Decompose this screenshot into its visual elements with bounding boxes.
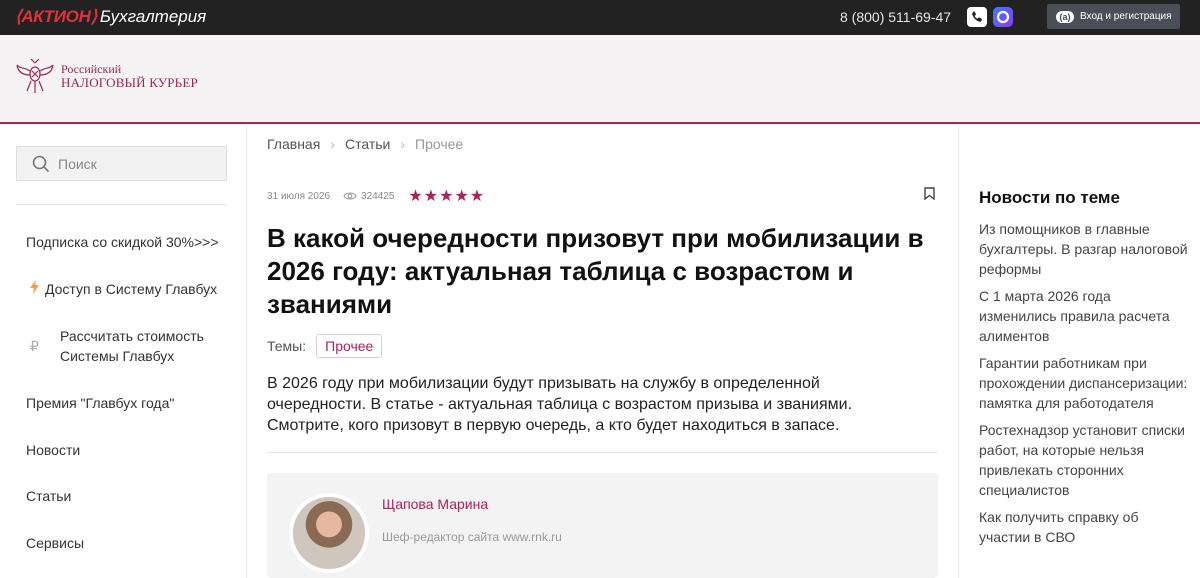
- logo-text: Российский НАЛОГОВЫЙ КУРЬЕР: [61, 62, 198, 90]
- bookmark-icon[interactable]: [924, 187, 935, 200]
- author-name[interactable]: Щапова Марина: [382, 496, 488, 512]
- related-news-item[interactable]: Из помощников в главные бухгалтеры. В ра…: [979, 219, 1189, 279]
- eye-icon: [343, 192, 357, 200]
- logo-line-2: НАЛОГОВЫЙ КУРЬЕР: [61, 75, 198, 90]
- login-register-button[interactable]: (а) Вход и регистрация: [1047, 4, 1180, 29]
- article-lead: В 2026 году при мобилизации будут призыв…: [267, 375, 853, 434]
- sidebar-item-label: Доступ в Систему Главбух: [45, 281, 218, 297]
- ruble-icon: ₽: [30, 338, 39, 354]
- sidebar-item-glavbukh-award[interactable]: Премия "Главбух года": [26, 393, 174, 413]
- phone-icon[interactable]: [967, 7, 987, 27]
- breadcrumb-home[interactable]: Главная: [267, 136, 320, 152]
- sidebar-item-glavbukh-access[interactable]: Доступ в Систему Главбух: [30, 279, 217, 299]
- max-messenger-icon[interactable]: [993, 7, 1013, 27]
- phone-number[interactable]: 8 (800) 511-69-47: [840, 9, 951, 25]
- article-title: В какой очередности призовут при мобилиз…: [267, 223, 924, 319]
- sidebar-item-calculate-cost[interactable]: ₽ Рассчитать стоимость Системы Главбух: [30, 326, 210, 366]
- related-news-item[interactable]: Как получить справку об участии в СВО: [979, 507, 1189, 547]
- brand-aktion: ⟨АКТИОН⟩: [15, 7, 97, 26]
- author-card: Щапова Марина Шеф-редактор сайта www.rnk…: [267, 473, 938, 578]
- top-bar: ⟨АКТИОН⟩ Бухгалтерия 8 (800) 511-69-47 (…: [0, 0, 1200, 35]
- divider: [267, 452, 938, 453]
- aktion-small-logo-icon: (а): [1056, 10, 1074, 23]
- related-news-heading: Новости по теме: [979, 188, 1120, 207]
- related-news-item[interactable]: С 1 марта 2026 года изменились правила р…: [979, 286, 1189, 346]
- sidebar-item-articles[interactable]: Статьи: [26, 486, 71, 506]
- lightning-icon: [30, 279, 39, 299]
- avatar[interactable]: [289, 493, 369, 573]
- sidebar-item-news[interactable]: Новости: [26, 440, 80, 460]
- views-count: 324425: [361, 190, 395, 202]
- chevron-right-icon: ›: [330, 136, 335, 152]
- breadcrumb: Главная › Статьи › Прочее: [267, 136, 463, 152]
- rating-stars[interactable]: ★★★★★: [408, 186, 485, 206]
- views-counter: 324425: [343, 191, 394, 202]
- sidebar-item-label: Статьи: [26, 488, 72, 504]
- search-placeholder: Поиск: [58, 155, 97, 172]
- brand-buhgalteria: Бухгалтерия: [99, 7, 207, 26]
- sidebar-item-label: Новости: [26, 442, 81, 458]
- breadcrumb-current: Прочее: [415, 136, 464, 152]
- article-meta: 31 июля 2026 324425 ★★★★★: [267, 186, 485, 206]
- eagle-emblem-icon: [16, 58, 54, 93]
- sidebar-item-services[interactable]: Сервисы: [26, 533, 84, 553]
- sidebar-item-label: Премия "Главбух года": [26, 395, 175, 411]
- sidebar-divider: [16, 204, 227, 205]
- related-news-column: Новости по теме Из помощников в главные …: [958, 126, 1200, 578]
- topic-tag[interactable]: Прочее: [316, 334, 383, 358]
- aktion-logo[interactable]: ⟨АКТИОН⟩ Бухгалтерия: [15, 7, 207, 26]
- site-header: Российский НАЛОГОВЫЙ КУРЬЕР: [0, 35, 1200, 124]
- topics-label: Темы:: [267, 338, 307, 354]
- article-topics: Темы: Прочее: [267, 334, 383, 358]
- article-date: 31 июля 2026: [267, 190, 331, 202]
- site-logo[interactable]: Российский НАЛОГОВЫЙ КУРЬЕР: [15, 57, 198, 95]
- breadcrumb-articles[interactable]: Статьи: [345, 136, 390, 152]
- sidebar-item-subscription[interactable]: Подписка со скидкой 30%>>>: [26, 232, 219, 252]
- related-news-item[interactable]: Ростехнадзор установит списки работ, на …: [979, 420, 1189, 500]
- author-role: Шеф-редактор сайта www.rnk.ru: [382, 530, 562, 544]
- chevron-right-icon: ›: [400, 136, 406, 152]
- logo-line-1: Российский: [61, 62, 122, 76]
- sidebar-item-label: Подписка со скидкой 30%>>>: [26, 234, 219, 250]
- login-register-label: Вход и регистрация: [1080, 11, 1172, 22]
- related-news-item[interactable]: Гарантии работникам при прохождении дисп…: [979, 353, 1189, 413]
- left-sidebar: Поиск Подписка со скидкой 30%>>> Доступ …: [0, 126, 247, 578]
- search-input[interactable]: Поиск: [16, 146, 227, 181]
- sidebar-item-label: Сервисы: [26, 535, 85, 551]
- search-icon: [32, 155, 50, 172]
- sidebar-item-label: Рассчитать стоимость Системы Главбух: [60, 328, 204, 364]
